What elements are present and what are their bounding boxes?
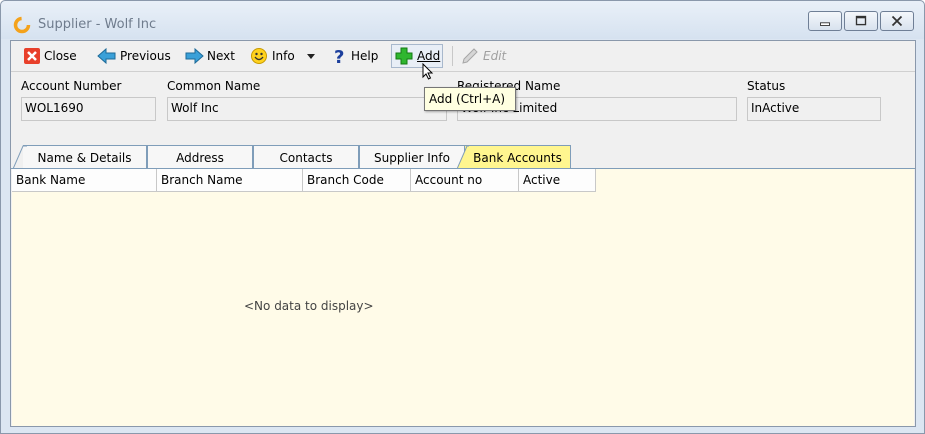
- maximize-icon: [855, 15, 867, 26]
- previous-button[interactable]: Previous: [95, 44, 173, 68]
- add-button-label: Add: [417, 49, 441, 63]
- info-button[interactable]: Info: [248, 44, 297, 68]
- tab-supplier-info[interactable]: Supplier Info: [359, 145, 465, 169]
- tab-label: Address: [176, 150, 224, 165]
- window-title: Supplier - Wolf Inc: [38, 17, 157, 32]
- tab-label: Bank Accounts: [473, 150, 562, 165]
- help-button[interactable]: ? Help: [330, 44, 380, 68]
- supplier-window: Supplier - Wolf Inc Close Previous Next …: [0, 0, 925, 434]
- next-button[interactable]: Next: [182, 44, 237, 68]
- column-header-bank-name[interactable]: Bank Name: [12, 169, 157, 192]
- status-field[interactable]: InActive: [747, 97, 881, 121]
- grid-header: Bank Name Branch Name Branch Code Accoun…: [12, 169, 596, 192]
- add-tooltip: Add (Ctrl+A): [424, 87, 516, 111]
- arrow-right-icon: [185, 47, 204, 65]
- tab-strip: Name & Details Address Contacts Supplier…: [11, 145, 915, 169]
- mouse-cursor-icon: [422, 63, 434, 80]
- previous-button-label: Previous: [120, 49, 171, 63]
- bank-accounts-grid[interactable]: Bank Name Branch Name Branch Code Accoun…: [12, 169, 914, 426]
- svg-text:?: ?: [334, 47, 344, 65]
- column-header-account-no[interactable]: Account no: [411, 169, 519, 192]
- close-window-button[interactable]: [880, 11, 914, 31]
- column-header-branch-code[interactable]: Branch Code: [303, 169, 411, 192]
- tab-address[interactable]: Address: [147, 145, 253, 169]
- help-button-label: Help: [351, 49, 379, 63]
- next-button-label: Next: [207, 49, 235, 63]
- minimize-button[interactable]: [808, 11, 842, 31]
- tab-name-details[interactable]: Name & Details: [13, 145, 147, 169]
- edit-button-label: Edit: [483, 49, 507, 63]
- add-button[interactable]: Add: [391, 44, 444, 68]
- account-number-field[interactable]: WOL1690: [21, 97, 156, 121]
- question-mark-icon: ?: [334, 47, 344, 65]
- empty-grid-message: <No data to display>: [244, 299, 374, 313]
- account-number-label: Account Number: [21, 79, 122, 93]
- toolbar: Close Previous Next Info ? Help Add Edit: [11, 41, 915, 72]
- tab-slant-icon: [13, 145, 27, 169]
- pencil-icon: [462, 48, 478, 64]
- common-name-field[interactable]: Wolf Inc: [167, 97, 447, 121]
- plus-icon: [395, 47, 413, 65]
- close-button[interactable]: Close: [21, 44, 79, 68]
- close-icon: [891, 15, 903, 27]
- smiley-icon: [251, 48, 267, 64]
- status-label: Status: [747, 79, 786, 93]
- arrow-left-icon: [97, 47, 116, 65]
- title-bar[interactable]: Supplier - Wolf Inc: [1, 1, 924, 39]
- info-dropdown-arrow[interactable]: [304, 44, 321, 68]
- info-button-label: Info: [272, 49, 295, 63]
- edit-button[interactable]: Edit: [458, 44, 508, 68]
- column-header-active[interactable]: Active: [519, 169, 595, 192]
- tab-label: Contacts: [279, 150, 333, 165]
- dropdown-arrow-icon: [307, 54, 315, 59]
- tab-slant-icon: [457, 145, 469, 169]
- close-x-icon: [24, 48, 40, 64]
- minimize-icon: [820, 22, 830, 26]
- column-header-branch-name[interactable]: Branch Name: [157, 169, 303, 192]
- toolbar-separator: [452, 46, 453, 66]
- close-button-label: Close: [44, 49, 77, 63]
- common-name-label: Common Name: [167, 79, 261, 93]
- tab-bank-accounts[interactable]: Bank Accounts: [457, 145, 571, 169]
- tab-contacts[interactable]: Contacts: [253, 145, 359, 169]
- app-logo-icon: [13, 16, 31, 34]
- tab-label: Name & Details: [37, 150, 132, 165]
- maximize-button[interactable]: [844, 11, 878, 31]
- tab-label: Supplier Info: [374, 150, 450, 165]
